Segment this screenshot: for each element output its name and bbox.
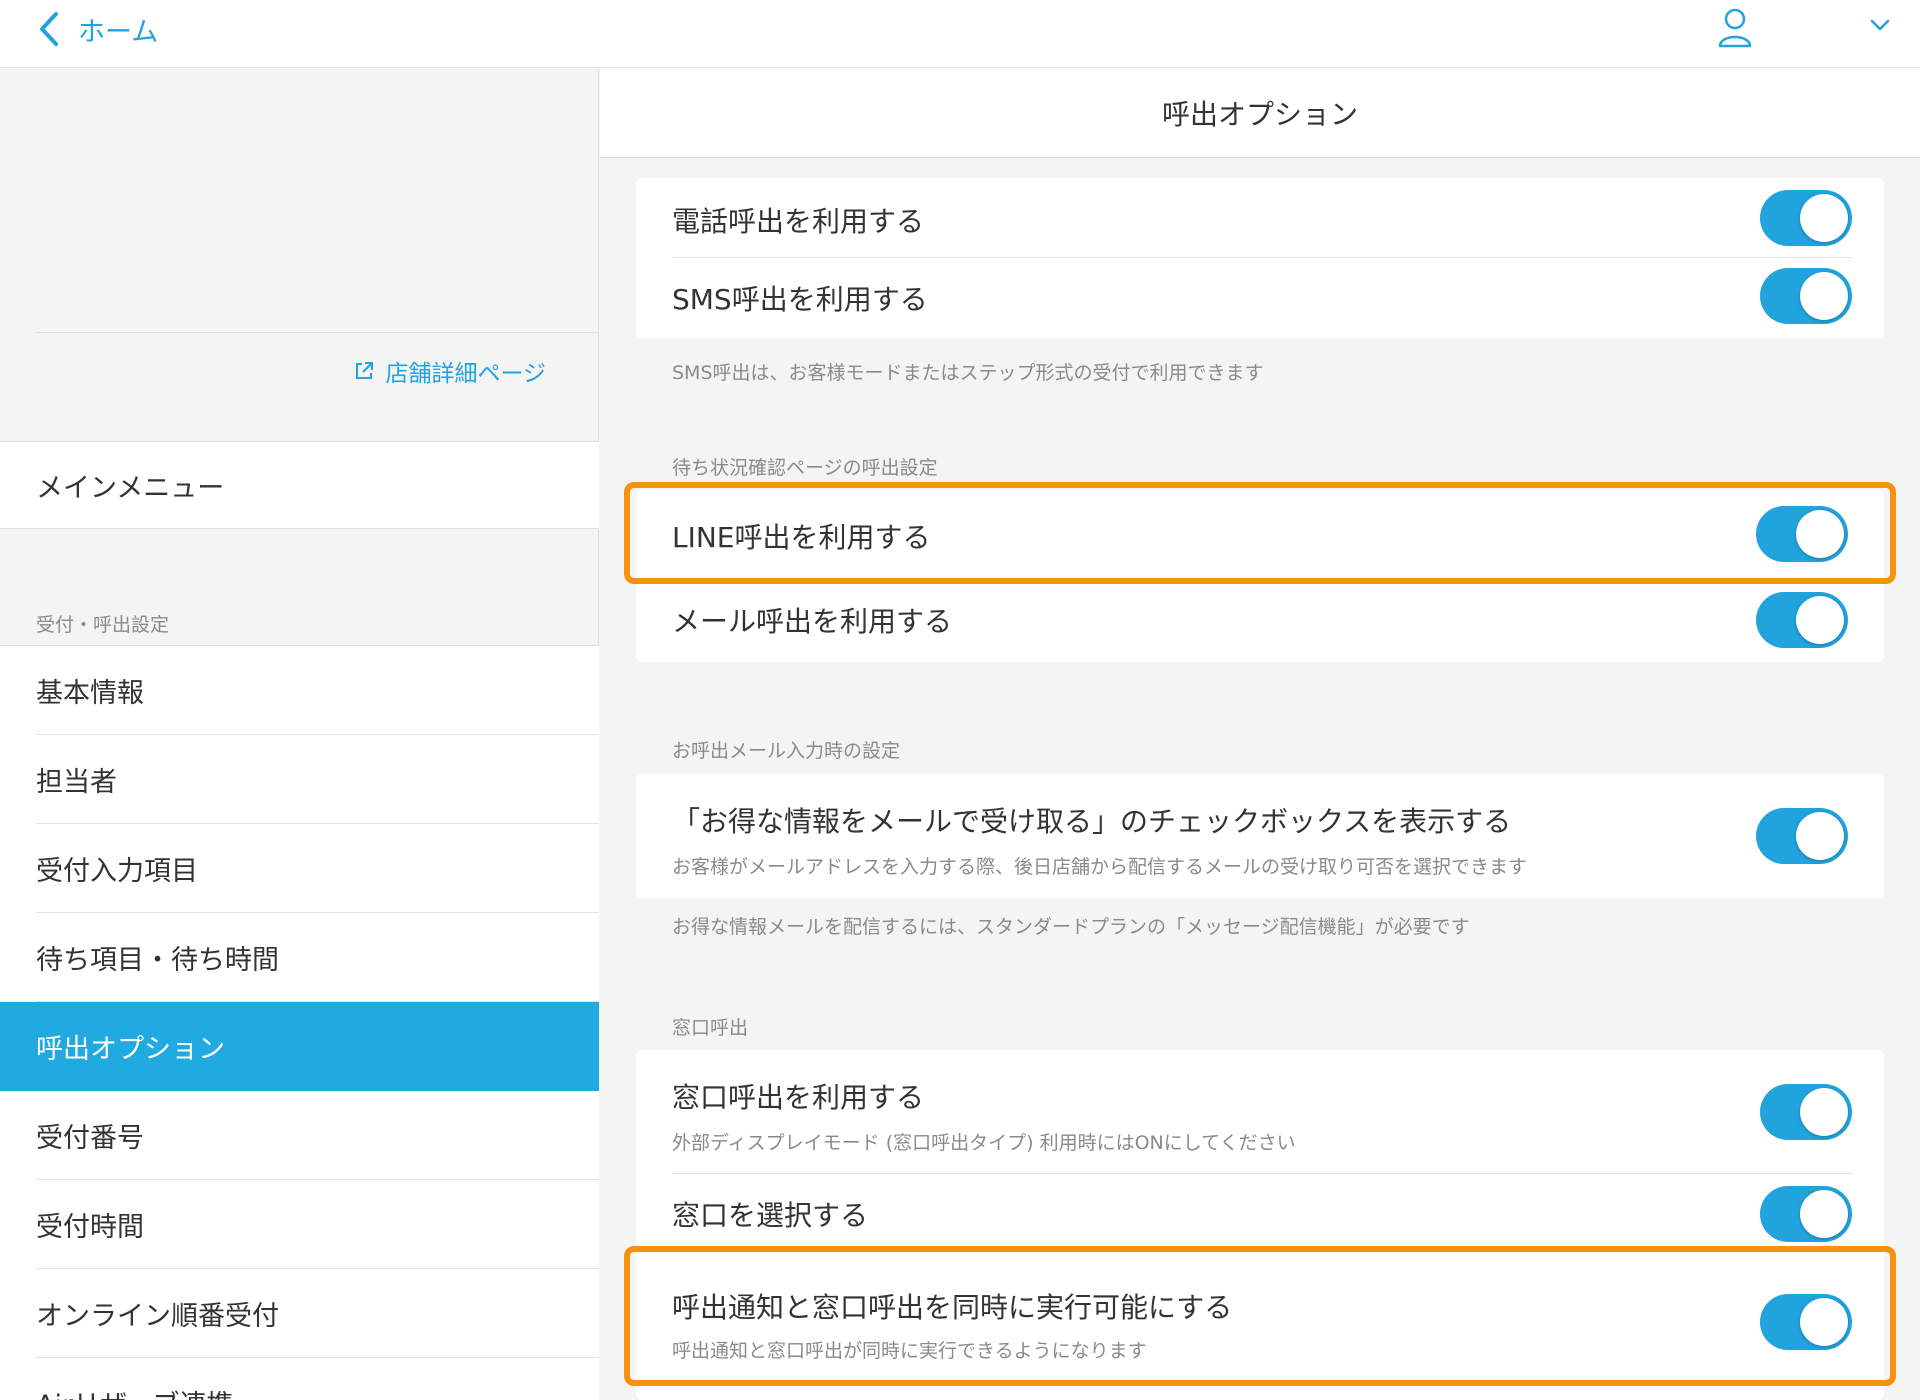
page-title: 呼出オプション <box>600 68 1920 158</box>
top-bar: ホーム <box>0 0 1920 68</box>
store-detail-label: 店舗詳細ページ <box>385 361 546 387</box>
mail-call-label: メール呼出を利用する <box>672 605 953 638</box>
sidebar-item-label: Airリザーブ連携 <box>36 1383 233 1400</box>
sidebar-item-label: 呼出オプション <box>36 1034 225 1065</box>
counter-select-toggle[interactable] <box>1760 1186 1852 1242</box>
toggle-knob <box>1796 812 1844 860</box>
mail-input-card: 「お得な情報をメールで受け取る」のチェックボックスを表示する お客様がメールアド… <box>636 774 1884 898</box>
counter-select-label: 窓口を選択する <box>672 1199 869 1232</box>
status-page-card: LINE呼出を利用する メール呼出を利用する <box>636 490 1884 662</box>
deals-checkbox-label: 「お得な情報をメールで受け取る」のチェックボックスを表示する <box>672 805 1512 838</box>
toggle-knob <box>1800 272 1848 320</box>
phone-call-row: 電話呼出を利用する <box>636 178 1884 258</box>
counter-select-row: 窓口を選択する <box>636 1174 1884 1254</box>
deals-checkbox-row: 「お得な情報をメールで受け取る」のチェックボックスを表示する お客様がメールアド… <box>636 774 1884 898</box>
sidebar-item-call-options[interactable]: 呼出オプション <box>0 1002 599 1091</box>
sms-call-label: SMS呼出を利用する <box>672 283 928 316</box>
toggle-knob <box>1796 510 1844 558</box>
sidebar: 店舗詳細ページ メインメニュー 受付・呼出設定 基本情報 担当者 受付入力項目 … <box>0 68 599 1400</box>
deals-checkbox-toggle[interactable] <box>1756 808 1848 864</box>
line-call-label: LINE呼出を利用する <box>672 521 931 554</box>
sidebar-section-label: 受付・呼出設定 <box>36 614 170 636</box>
status-page-section-label: 待ち状況確認ページの呼出設定 <box>672 457 938 479</box>
deals-checkbox-sub: お客様がメールアドレスを入力する際、後日店舗から配信するメールの受け取り可否を選… <box>672 856 1528 878</box>
sms-note: SMS呼出は、お客様モードまたはステップ形式の受付で利用できます <box>672 362 1264 384</box>
sidebar-item-reception-fields[interactable]: 受付入力項目 <box>0 824 599 913</box>
sidebar-item-staff[interactable]: 担当者 <box>0 735 599 824</box>
line-call-row: LINE呼出を利用する <box>636 490 1884 578</box>
sidebar-item-label: 受付時間 <box>36 1212 144 1243</box>
phone-call-toggle[interactable] <box>1760 190 1852 246</box>
sidebar-item-wait-items[interactable]: 待ち項目・待ち時間 <box>0 913 599 1002</box>
call-method-card: 電話呼出を利用する SMS呼出を利用する <box>636 178 1884 338</box>
counter-call-toggle[interactable] <box>1760 1084 1852 1140</box>
counter-card: 窓口呼出を利用する 外部ディスプレイモード (窓口呼出タイプ) 利用時にはONに… <box>636 1050 1884 1400</box>
phone-call-label: 電話呼出を利用する <box>672 205 925 238</box>
mail-call-toggle[interactable] <box>1756 592 1848 648</box>
toggle-knob <box>1800 1088 1848 1136</box>
sidebar-list: 基本情報 担当者 受付入力項目 待ち項目・待ち時間 呼出オプション 受付番号 受… <box>0 645 599 1400</box>
sidebar-item-reception-number[interactable]: 受付番号 <box>0 1091 599 1180</box>
simultaneous-row: 呼出通知と窓口呼出を同時に実行可能にする 呼出通知と窓口呼出が同時に実行できるよ… <box>636 1254 1884 1400</box>
sidebar-item-label: 担当者 <box>36 767 117 798</box>
counter-call-sub: 外部ディスプレイモード (窓口呼出タイプ) 利用時にはONにしてください <box>672 1132 1296 1154</box>
chevron-left-icon <box>40 12 58 46</box>
external-link-icon <box>356 362 374 379</box>
sms-call-row: SMS呼出を利用する <box>636 258 1884 338</box>
deals-note: お得な情報メールを配信するには、スタンダードプランの「メッセージ配信機能」が必要… <box>672 916 1470 938</box>
sidebar-item-label: 受付入力項目 <box>36 856 198 887</box>
mail-input-section-label: お呼出メール入力時の設定 <box>672 740 901 762</box>
simultaneous-toggle[interactable] <box>1760 1294 1852 1350</box>
mail-call-row: メール呼出を利用する <box>636 578 1884 662</box>
sidebar-item-online-queue[interactable]: オンライン順番受付 <box>0 1269 599 1358</box>
toggle-knob <box>1800 1298 1848 1346</box>
back-label: ホーム <box>78 16 159 48</box>
sidebar-item-airreserve[interactable]: Airリザーブ連携 <box>0 1358 599 1400</box>
counter-section-label: 窓口呼出 <box>672 1017 749 1039</box>
toggle-knob <box>1800 194 1848 242</box>
sidebar-item-basic-info[interactable]: 基本情報 <box>0 646 599 735</box>
toggle-knob <box>1796 596 1844 644</box>
simultaneous-sub: 呼出通知と窓口呼出が同時に実行できるようになります <box>672 1340 1147 1362</box>
counter-call-row: 窓口呼出を利用する 外部ディスプレイモード (窓口呼出タイプ) 利用時にはONに… <box>636 1050 1884 1174</box>
counter-call-label: 窓口呼出を利用する <box>672 1081 925 1114</box>
chevron-down-icon[interactable] <box>1867 12 1893 38</box>
simultaneous-label: 呼出通知と窓口呼出を同時に実行可能にする <box>672 1291 1233 1324</box>
back-button[interactable]: ホーム <box>36 6 158 52</box>
sidebar-divider <box>36 332 598 333</box>
line-call-toggle[interactable] <box>1756 506 1848 562</box>
sidebar-item-label: 基本情報 <box>36 678 144 709</box>
sidebar-item-label: 受付番号 <box>36 1123 144 1154</box>
sidebar-item-reception-time[interactable]: 受付時間 <box>0 1180 599 1269</box>
sidebar-item-label: 待ち項目・待ち時間 <box>36 945 279 976</box>
sidebar-item-label: オンライン順番受付 <box>36 1301 279 1332</box>
main-menu-item[interactable]: メインメニュー <box>0 441 599 529</box>
user-icon[interactable] <box>1714 6 1756 48</box>
store-detail-link[interactable]: 店舗詳細ページ <box>353 354 546 388</box>
toggle-knob <box>1800 1190 1848 1238</box>
sms-call-toggle[interactable] <box>1760 268 1852 324</box>
main-menu-label: メインメニュー <box>36 472 225 504</box>
